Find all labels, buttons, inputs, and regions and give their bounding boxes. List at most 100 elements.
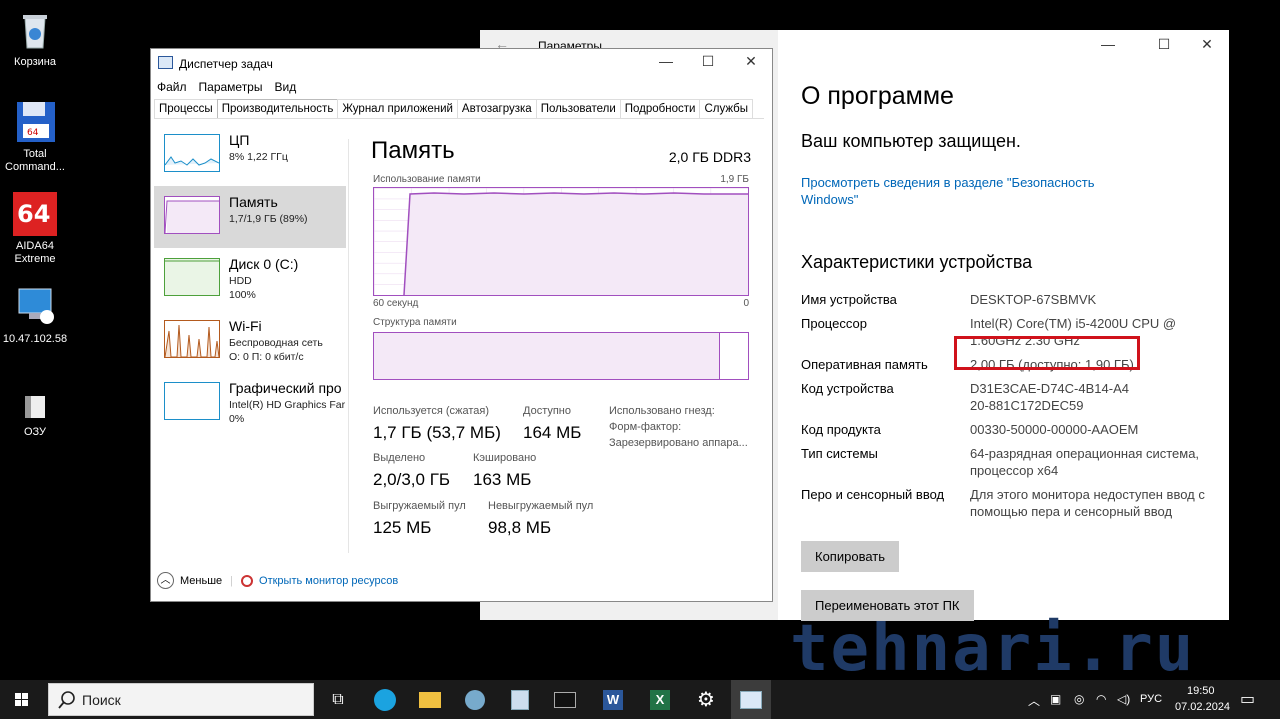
security-link[interactable]: Просмотреть сведения в разделе "Безопасн… [801,174,1121,208]
excel-icon[interactable]: X [640,680,680,719]
chevron-up-icon[interactable]: ︿ [157,572,174,589]
image-viewer-icon[interactable] [500,680,540,719]
memory-panel: Память 2,0 ГБ DDR3 Использование памяти … [371,137,751,537]
stat-used: Используется (сжатая) 1,7 ГБ (53,7 МБ) [373,405,501,442]
edge-icon[interactable] [365,680,405,719]
task-manager-footer: ︿ Меньше | Открыть монитор ресурсов [157,572,398,589]
settings-gear-icon[interactable]: ⚙ [686,680,726,719]
spec-row-product-id: Код продукта 00330-50000-00000-AAOEM [801,422,1139,437]
task-view-icon[interactable]: ⧉ [318,680,358,719]
notification-icon[interactable]: ▭ [1240,689,1255,709]
sidebar-item-memory[interactable]: Память 1,7/1,9 ГБ (89%) [154,186,346,248]
usage-label: Использование памяти [373,174,481,185]
menu-file[interactable]: Файл [157,80,187,94]
task-manager-taskbar-icon[interactable] [731,680,771,719]
task-manager-window: Диспетчер задач — ☐ ✕ Файл Параметры Вид… [150,48,773,602]
desktop-icon-label: 10.47.102.58 [2,333,68,345]
aida64-icon: 64 [13,192,57,236]
close-icon[interactable]: ✕ [736,53,766,70]
chevron-up-icon[interactable]: ︿ [1028,692,1040,709]
memory-spec: 2,0 ГБ DDR3 [668,149,751,165]
taskbar-search[interactable]: Поиск [48,683,314,716]
desktop-icon-ozu[interactable]: ОЗУ [0,394,70,439]
stat-extra: Использовано гнезд: Форм-фактор: Зарезер… [609,405,748,449]
tray-icon-2[interactable]: ◎ [1074,692,1084,706]
spec-row-system-type: Тип системы 64-разрядная операционная сис… [801,446,1200,478]
cpu-mini-graph [164,134,220,172]
memory-composition-bar [373,332,749,380]
terminal-icon[interactable] [545,680,585,719]
spec-row-pen-touch: Перо и сенсорный ввод Для этого монитора … [801,487,1205,519]
open-resource-monitor-link[interactable]: Открыть монитор ресурсов [259,575,398,587]
clock-date[interactable]: 07.02.2024 [1175,701,1230,713]
memory-usage-graph [373,187,749,296]
tab-details[interactable]: Подробности [619,99,701,118]
wifi-mini-graph [164,320,220,358]
sidebar-item-gpu[interactable]: Графический про Intel(R) HD Graphics Far… [154,372,346,434]
stat-paged: Выгружаемый пул 125 МБ [373,500,466,537]
svg-text:64: 64 [17,200,50,228]
maximize-icon[interactable]: ☐ [1149,36,1179,53]
task-manager-icon [158,56,173,69]
disk-mini-graph [164,258,220,296]
floppy-disk-icon: 64 [13,100,57,144]
spec-row-device-id: Код устройства D31E3CAE-D74C-4B14-A420-88… [801,381,1129,413]
recycle-bin-icon [13,8,57,52]
desktop-icon-recycle-bin[interactable]: Корзина [0,8,70,69]
minimize-icon[interactable]: — [1093,36,1123,52]
tab-performance[interactable]: Производительность [216,99,339,118]
volume-icon[interactable]: ◁) [1117,692,1130,706]
memory-mini-graph [164,196,220,234]
file-explorer-icon[interactable] [410,680,450,719]
perf-sidebar: ЦП 8% 1,22 ГГц Память 1,7/1,9 ГБ (89%) Д… [154,124,346,554]
language-indicator[interactable]: РУС [1140,693,1162,705]
stat-nonpaged: Невыгружаемый пул 98,8 МБ [488,500,594,537]
windows-logo-icon [15,693,28,706]
axis-left-label: 60 секунд [373,298,419,309]
ram-highlight-box [954,336,1140,370]
protection-status: Ваш компьютер защищен. [801,131,1021,151]
paint-icon[interactable] [455,680,495,719]
tray-app-icon[interactable]: ▣ [1050,692,1061,706]
word-icon[interactable]: W [593,680,633,719]
close-icon[interactable]: ✕ [1192,36,1222,53]
remote-desktop-icon [13,285,57,329]
tab-bar: Процессы Производительность Журнал прило… [154,99,764,119]
watermark: tehnari.ru [790,612,1196,686]
tab-services[interactable]: Службы [699,99,754,118]
desktop-icon-label: ОЗУ [23,426,47,438]
file-icon [13,394,57,422]
desktop-icon-label: Total Command... [5,148,65,173]
clock-time[interactable]: 19:50 [1187,685,1215,697]
tab-users[interactable]: Пользователи [535,99,621,118]
start-button[interactable] [0,680,44,719]
svg-text:64: 64 [27,128,39,138]
desktop-icon-total-commander[interactable]: 64 Total Command... [0,100,70,174]
sidebar-item-disk[interactable]: Диск 0 (C:) HDD 100% [154,248,346,310]
menu-options[interactable]: Параметры [199,80,263,94]
wifi-icon[interactable]: ◠ [1096,692,1106,706]
task-manager-title: Диспетчер задач [179,57,273,71]
spec-row-device-name: Имя устройства DESKTOP-67SBMVK [801,292,1097,307]
desktop-icon-remote-desktop[interactable]: 10.47.102.58 [0,285,70,346]
tab-startup[interactable]: Автозагрузка [456,99,537,118]
sidebar-item-cpu[interactable]: ЦП 8% 1,22 ГГц [154,124,346,186]
sidebar-item-wifi[interactable]: Wi-Fi Беспроводная сеть О: 0 П: 0 кбит/с [154,310,346,372]
stat-committed: Выделено 2,0/3,0 ГБ [373,452,451,489]
maximize-icon[interactable]: ☐ [693,53,723,70]
copy-button[interactable]: Копировать [801,541,899,572]
desktop-icon-label: Корзина [14,56,56,68]
device-specs-heading: Характеристики устройства [801,252,1033,272]
stat-cached: Кэшировано 163 МБ [473,452,537,489]
minimize-icon[interactable]: — [651,53,681,69]
tab-processes[interactable]: Процессы [154,99,218,118]
fewer-details-link[interactable]: Меньше [180,575,222,587]
menu-view[interactable]: Вид [274,80,296,94]
usage-max: 1,9 ГБ [720,174,749,185]
desktop-icon-aida64[interactable]: 64 AIDA64 Extreme [0,192,70,266]
desktop-icon-label: AIDA64 Extreme [14,240,56,265]
stat-available: Доступно 164 МБ [523,405,582,442]
axis-right-label: 0 [743,298,749,309]
search-icon [58,691,75,709]
tab-app-history[interactable]: Журнал приложений [337,99,458,118]
